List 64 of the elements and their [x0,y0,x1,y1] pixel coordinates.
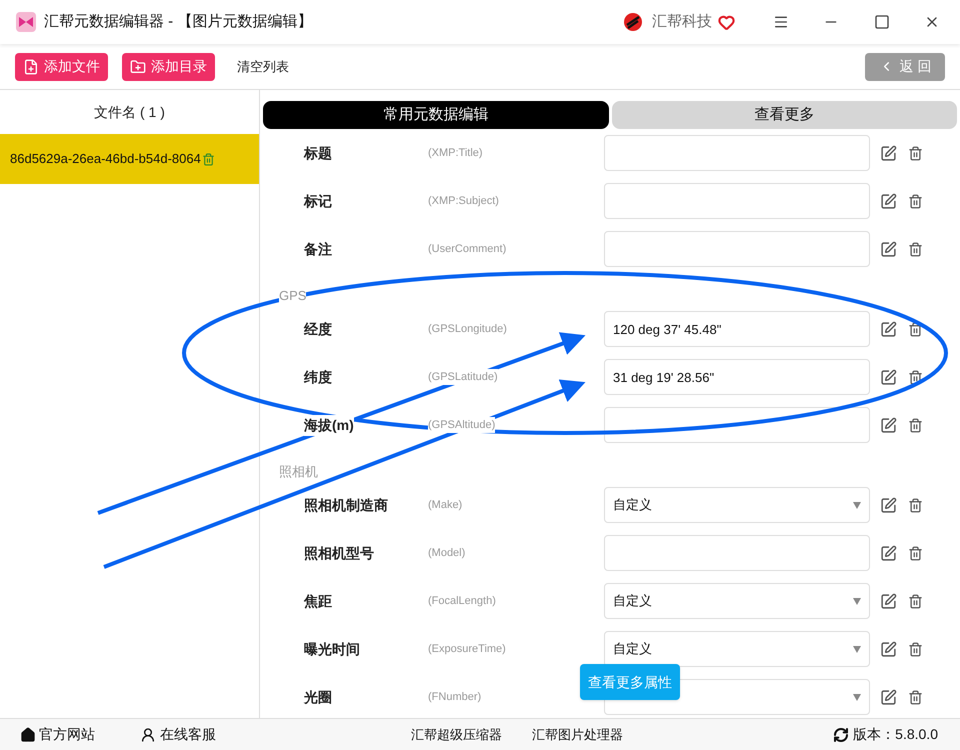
edit-icon[interactable] [880,416,897,434]
tab[interactable]: 常用元数据编辑 [263,101,608,129]
window-title: 汇帮元数据编辑器 - 【图片元数据编辑】 [44,12,312,32]
tab[interactable]: 查看更多 [612,101,957,129]
trash-icon[interactable] [908,146,923,160]
trash-icon[interactable] [908,322,923,336]
field-tag: (GPSAltitude) [428,416,496,434]
edit-icon[interactable] [880,144,897,162]
field-tag: (GPSLatitude) [428,368,498,386]
trash-icon[interactable] [908,194,923,208]
input-field[interactable] [604,183,870,219]
input-field[interactable] [604,535,870,571]
input-field[interactable] [604,231,870,267]
select-field[interactable]: 自定义 [604,583,870,619]
maximize-icon[interactable] [874,14,890,30]
edit-icon[interactable] [880,592,897,610]
trash-icon[interactable] [908,690,923,704]
edit-icon[interactable] [880,544,897,562]
field-label: 照相机制造商 [304,494,388,516]
clear-list-button[interactable]: 清空列表 [237,56,289,76]
dropdown-caret-icon [853,694,861,700]
edit-icon[interactable] [880,240,897,258]
app-link[interactable]: 汇帮超级压缩器 [411,724,502,744]
edit-icon[interactable] [880,496,897,514]
home-icon [20,726,36,742]
vip-icon[interactable] [718,14,735,30]
support-link[interactable]: 在线客服 [140,724,216,745]
input-field[interactable] [604,135,870,171]
add-button[interactable]: 添加文件 [15,52,108,80]
input-field[interactable] [604,407,870,443]
edit-icon[interactable] [880,320,897,338]
trash-icon[interactable] [908,546,923,560]
trash-icon[interactable] [908,642,923,656]
refresh-icon [833,726,850,742]
edit-icon[interactable] [880,368,897,386]
add-button[interactable]: 添加目录 [122,52,215,80]
trash-icon[interactable] [908,498,923,512]
user-icon [140,726,156,742]
input-field[interactable]: 31 deg 19' 28.56" [604,359,870,395]
edit-icon[interactable] [880,688,897,706]
trash-icon[interactable] [908,370,923,384]
version-label: 版本：5.8.0.0 [833,724,938,745]
app-logo-icon [16,12,36,32]
app-link[interactable]: 汇帮图片处理器 [532,724,623,744]
brand-name: 汇帮科技 [652,12,712,32]
folder-icon [130,58,146,74]
file-icon [23,58,39,74]
brand-logo-icon [622,11,644,33]
dropdown-caret-icon [853,502,861,508]
trash-icon[interactable] [908,594,923,608]
select-field[interactable]: 自定义 [604,487,870,523]
file-item[interactable]: 86d5629a-26ea-46bd-b54d-8064 [0,134,259,184]
select-field[interactable]: 自定义 [604,631,870,667]
dropdown-caret-icon [853,598,861,604]
menu-icon[interactable] [773,14,789,30]
field-label: 海拔(m) [304,414,354,436]
dropdown-caret-icon [853,646,861,652]
input-field[interactable]: 120 deg 37' 45.48" [604,311,870,347]
website-link[interactable]: 官方网站 [20,724,95,745]
trash-icon[interactable] [908,242,923,256]
edit-icon[interactable] [880,640,897,658]
trash-icon[interactable] [908,418,923,432]
edit-icon[interactable] [880,192,897,210]
file-list-header: 文件名 ( 1 ) [93,102,166,122]
